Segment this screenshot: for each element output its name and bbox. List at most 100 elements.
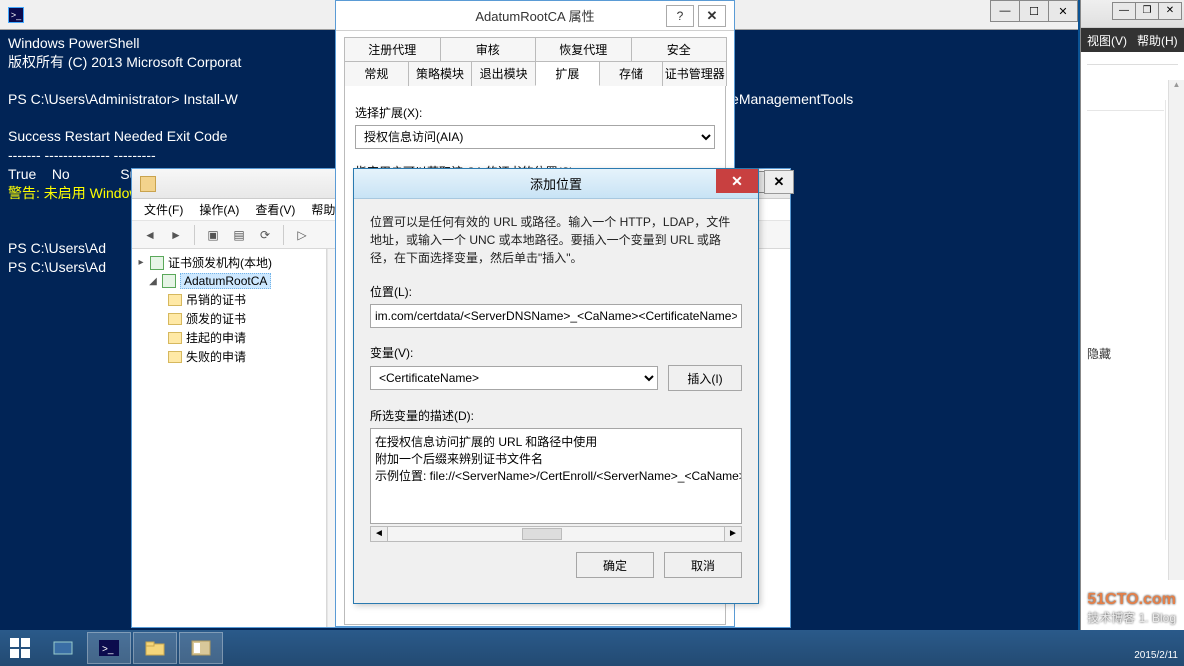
tab-security[interactable]: 安全 <box>631 37 728 61</box>
properties-titlebar: AdatumRootCA 属性 ? ✕ <box>336 1 734 31</box>
select-extension-dropdown[interactable]: 授权信息访问(AIA) <box>355 125 715 149</box>
tab-recovery-agents[interactable]: 恢复代理 <box>535 37 632 61</box>
watermark: 51CTO.com 技术博客 1. Blog <box>1087 591 1176 626</box>
powershell-icon: >_ <box>98 638 120 658</box>
taskbar-date: 2015/2/11 <box>1134 649 1178 662</box>
ps-line: 版权所有 (C) 2013 Microsoft Corporat <box>8 54 241 70</box>
right-action-pane: — ❐ ✕ 视图(V) 帮助(H) 隐藏 <box>1080 0 1184 630</box>
tree-label: 颁发的证书 <box>186 310 246 327</box>
powershell-window-controls: — ☐ ✕ <box>991 0 1078 22</box>
select-extension-label: 选择扩展(X): <box>355 104 715 121</box>
background-window-close-icon[interactable]: ✕ <box>764 170 794 194</box>
close-button[interactable]: ✕ <box>698 5 726 27</box>
desc-line: 在授权信息访问扩展的 URL 和路径中使用 <box>375 433 737 450</box>
vertical-scrollbar[interactable] <box>1168 80 1184 580</box>
folder-icon <box>144 638 166 658</box>
ps-line: PS C:\Users\Administrator> Install-W <box>8 91 238 107</box>
tree-label: 吊销的证书 <box>186 291 246 308</box>
tree-ca-node[interactable]: ◢ AdatumRootCA <box>134 272 324 290</box>
tab-certificate-managers[interactable]: 证书管理器 <box>662 61 727 86</box>
tree-label: 挂起的申请 <box>186 329 246 346</box>
folder-icon <box>168 313 182 325</box>
menu-view[interactable]: 查看(V) <box>249 199 301 220</box>
close-button[interactable]: ✕ <box>1048 0 1078 22</box>
tree-label: 证书颁发机构(本地) <box>168 254 272 271</box>
tree-item-pending[interactable]: 挂起的申请 <box>134 328 324 347</box>
minimize-button[interactable]: — <box>1112 2 1136 20</box>
show-hide-button[interactable]: ▤ <box>227 224 251 246</box>
tree-label-selected: AdatumRootCA <box>180 273 271 289</box>
menu-action[interactable]: 操作(A) <box>193 199 245 220</box>
variable-label: 变量(V): <box>370 344 742 361</box>
ok-button[interactable]: 确定 <box>576 552 654 578</box>
right-pane-menubar: 视图(V) 帮助(H) <box>1081 28 1184 52</box>
start-button[interactable] <box>0 630 40 666</box>
up-button[interactable]: ▣ <box>201 224 225 246</box>
taskbar-item-explorer[interactable] <box>133 632 177 664</box>
tab-enrollment-agents[interactable]: 注册代理 <box>344 37 441 61</box>
horizontal-scrollbar[interactable]: ◄ ► <box>370 526 742 542</box>
ps-line: Success Restart Needed Exit Code <box>8 128 227 144</box>
ca-icon <box>162 274 176 288</box>
maximize-button[interactable]: ☐ <box>1019 0 1049 22</box>
refresh-button[interactable]: ⟳ <box>253 224 277 246</box>
forward-button[interactable]: ► <box>164 224 188 246</box>
add-location-title: 添加位置 <box>530 174 582 193</box>
mmc-tree: ▸ 证书颁发机构(本地) ◢ AdatumRootCA 吊销的证书 颁发的证书 … <box>132 249 327 627</box>
scroll-track[interactable] <box>388 526 724 542</box>
folder-icon <box>168 294 182 306</box>
cancel-button[interactable]: 取消 <box>664 552 742 578</box>
minimize-button[interactable]: — <box>990 0 1020 22</box>
taskbar-clock[interactable]: 2015/2/11 <box>1134 649 1178 662</box>
help-button[interactable]: ? <box>666 5 694 27</box>
insert-button[interactable]: 插入(I) <box>668 365 742 391</box>
ca-root-icon <box>150 256 164 270</box>
ps-line: ------- -------------- --------- <box>8 147 156 163</box>
taskbar-item-server-manager[interactable] <box>41 632 85 664</box>
properties-title: AdatumRootCA 属性 <box>475 6 594 25</box>
scroll-thumb[interactable] <box>522 528 562 540</box>
close-button[interactable]: ✕ <box>716 169 758 193</box>
close-button[interactable]: ✕ <box>1158 2 1182 20</box>
desc-line: 附加一个后缀来辨别证书文件名 <box>375 450 737 467</box>
add-location-dialog: 添加位置 ✕ 位置可以是任何有效的 URL 或路径。输入一个 HTTP，LDAP… <box>353 168 759 604</box>
tree-item-revoked[interactable]: 吊销的证书 <box>134 290 324 309</box>
tree-item-issued[interactable]: 颁发的证书 <box>134 309 324 328</box>
scroll-left-icon[interactable]: ◄ <box>370 526 388 542</box>
ps-prompt: PS C:\Users\Ad <box>8 240 106 256</box>
menu-file[interactable]: 文件(F) <box>138 199 189 220</box>
menu-view[interactable]: 视图(V) <box>1087 32 1127 49</box>
variable-description-label: 所选变量的描述(D): <box>370 407 742 424</box>
mmc-title-icon <box>140 176 156 192</box>
taskbar-item-powershell[interactable]: >_ <box>87 632 131 664</box>
folder-icon <box>168 332 182 344</box>
tab-exit-module[interactable]: 退出模块 <box>471 61 536 86</box>
back-button[interactable]: ◄ <box>138 224 162 246</box>
tree-item-failed[interactable]: 失败的申请 <box>134 347 324 366</box>
taskbar-item-mmc[interactable] <box>179 632 223 664</box>
server-manager-icon <box>52 638 74 658</box>
property-tabs: 注册代理 审核 恢复代理 安全 常规 策略模块 退出模块 扩展 存储 证书管理器 <box>336 31 734 86</box>
add-location-titlebar: 添加位置 ✕ <box>354 169 758 199</box>
tab-storage[interactable]: 存储 <box>599 61 664 86</box>
powershell-icon: >_ <box>8 7 24 23</box>
tab-general[interactable]: 常规 <box>344 61 409 86</box>
variable-description-box: 在授权信息访问扩展的 URL 和路径中使用 附加一个后缀来辨别证书文件名 示例位… <box>370 428 742 524</box>
restore-button[interactable]: ❐ <box>1135 2 1159 20</box>
tab-extensions[interactable]: 扩展 <box>535 61 600 86</box>
mmc-icon <box>190 638 212 658</box>
menu-help[interactable]: 帮助(H) <box>1137 32 1178 49</box>
tab-policy-module[interactable]: 策略模块 <box>408 61 473 86</box>
tree-label: 失败的申请 <box>186 348 246 365</box>
location-input[interactable] <box>370 304 742 328</box>
collapse-icon[interactable]: ◢ <box>148 276 158 286</box>
tab-auditing[interactable]: 审核 <box>440 37 537 61</box>
tree-root[interactable]: ▸ 证书颁发机构(本地) <box>134 253 324 272</box>
expand-icon[interactable]: ▸ <box>136 258 146 268</box>
variable-dropdown[interactable]: <CertificateName> <box>370 366 658 390</box>
watermark-line: 51CTO.com <box>1087 591 1176 609</box>
scroll-right-icon[interactable]: ► <box>724 526 742 542</box>
play-button[interactable]: ▷ <box>290 224 314 246</box>
svg-text:>_: >_ <box>102 644 114 655</box>
folder-icon <box>168 351 182 363</box>
